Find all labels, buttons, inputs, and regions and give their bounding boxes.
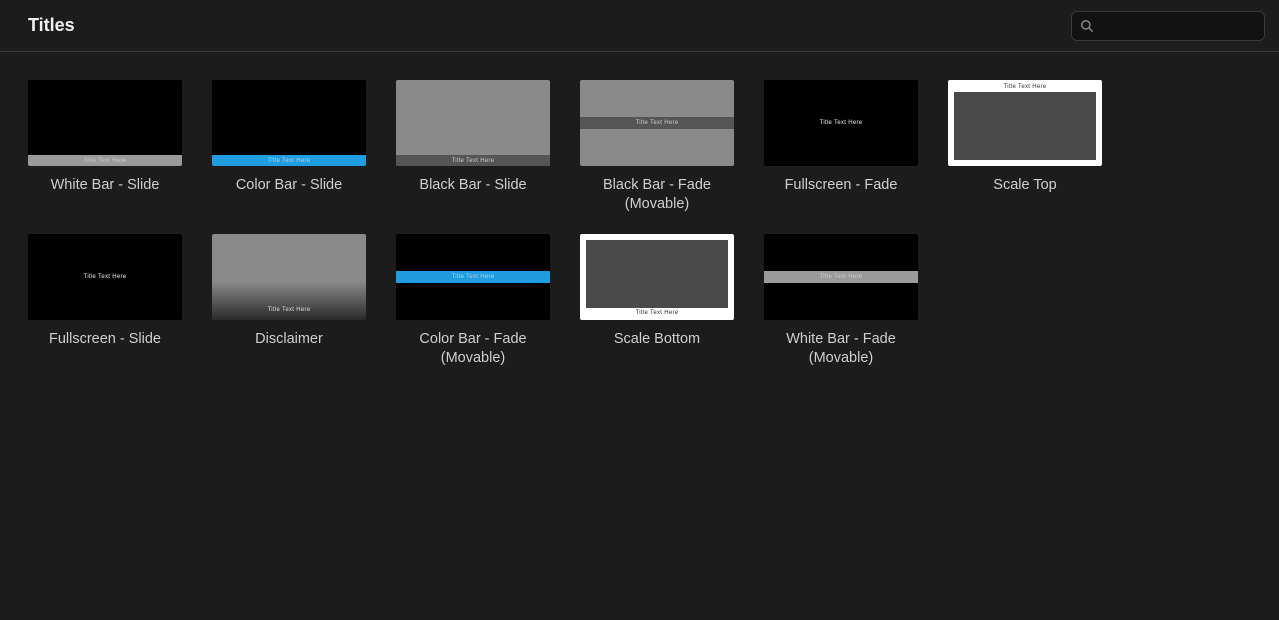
thumbnail: Title Text Here [28, 80, 182, 166]
thumb-text: Title Text Here [84, 158, 127, 164]
thumb-text: Title Text Here [820, 120, 863, 126]
title-label: Scale Bottom [614, 330, 700, 349]
thumbnail: Title Text Here [212, 234, 366, 320]
thumbnail: Title Text Here [212, 80, 366, 166]
thumbnail: Title Text Here [764, 80, 918, 166]
thumbnail: Title Text Here [396, 80, 550, 166]
title-label: Color Bar - Slide [236, 176, 342, 195]
thumbnail: Title Text Here [580, 80, 734, 166]
thumb-text: Title Text Here [820, 274, 863, 280]
thumb-text: Title Text Here [452, 158, 495, 164]
thumbnail: Title Text Here [580, 234, 734, 320]
title-fullscreen-fade[interactable]: Title Text Here Fullscreen - Fade [764, 80, 918, 214]
thumb-text: Title Text Here [636, 120, 679, 126]
title-black-bar-slide[interactable]: Title Text Here Black Bar - Slide [396, 80, 550, 214]
search-icon [1080, 19, 1094, 33]
title-white-bar-fade[interactable]: Title Text Here White Bar - Fade (Movabl… [764, 234, 918, 368]
title-white-bar-slide[interactable]: Title Text Here White Bar - Slide [28, 80, 182, 214]
title-label: White Bar - Fade (Movable) [764, 330, 918, 368]
title-label: Color Bar - Fade (Movable) [396, 330, 550, 368]
thumb-text: Title Text Here [636, 310, 679, 316]
thumbnail: Title Text Here [764, 234, 918, 320]
title-color-bar-fade[interactable]: Title Text Here Color Bar - Fade (Movabl… [396, 234, 550, 368]
title-label: Fullscreen - Slide [49, 330, 161, 349]
header: Titles [0, 0, 1279, 52]
thumb-text: Title Text Here [84, 274, 127, 280]
title-label: Disclaimer [255, 330, 323, 349]
title-color-bar-slide[interactable]: Title Text Here Color Bar - Slide [212, 80, 366, 214]
title-label: Black Bar - Slide [419, 176, 526, 195]
thumbnail: Title Text Here [28, 234, 182, 320]
titles-grid: Title Text Here White Bar - Slide Title … [0, 52, 1279, 367]
title-black-bar-fade[interactable]: Title Text Here Black Bar - Fade (Movabl… [580, 80, 734, 214]
search-field[interactable] [1071, 11, 1265, 41]
title-label: Scale Top [993, 176, 1056, 195]
title-label: White Bar - Slide [51, 176, 160, 195]
title-scale-bottom[interactable]: Title Text Here Scale Bottom [580, 234, 734, 368]
thumb-text: Title Text Here [452, 274, 495, 280]
title-fullscreen-slide[interactable]: Title Text Here Fullscreen - Slide [28, 234, 182, 368]
thumbnail: Title Text Here [948, 80, 1102, 166]
search-input[interactable] [1100, 18, 1276, 33]
thumb-text: Title Text Here [268, 307, 311, 313]
title-disclaimer[interactable]: Title Text Here Disclaimer [212, 234, 366, 368]
thumb-text: Title Text Here [268, 158, 311, 164]
title-label: Fullscreen - Fade [785, 176, 898, 195]
title-scale-top[interactable]: Title Text Here Scale Top [948, 80, 1102, 214]
page-title: Titles [28, 15, 75, 36]
thumbnail: Title Text Here [396, 234, 550, 320]
thumb-text: Title Text Here [1004, 84, 1047, 90]
title-label: Black Bar - Fade (Movable) [580, 176, 734, 214]
